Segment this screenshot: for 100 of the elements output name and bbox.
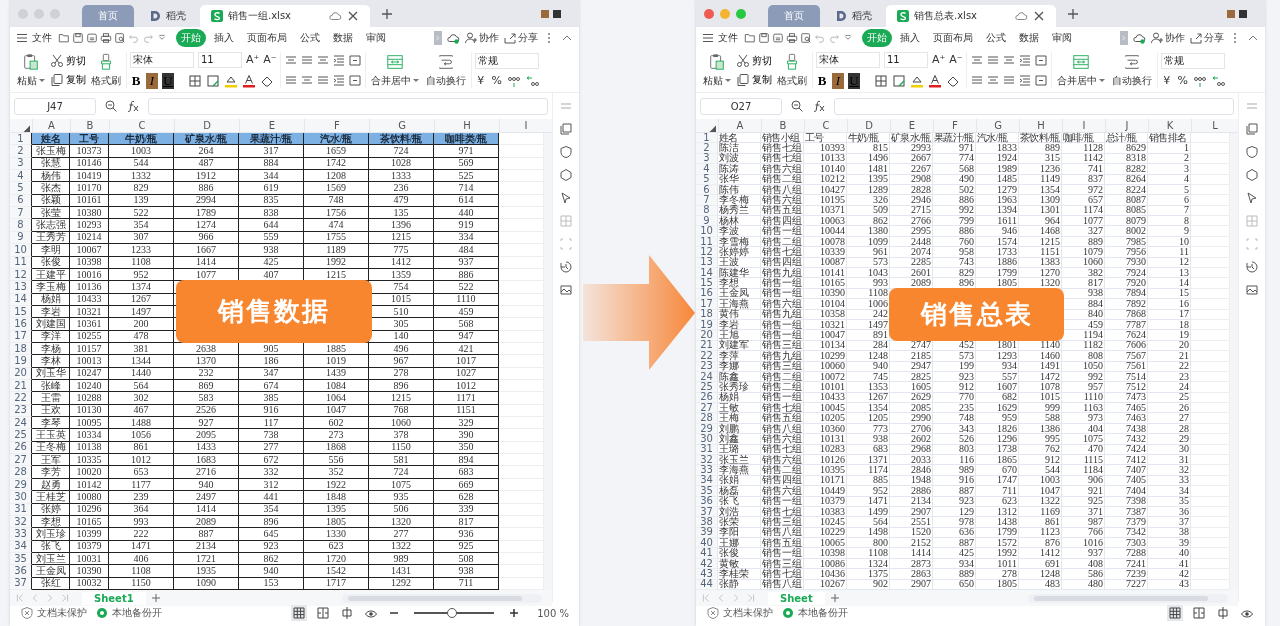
align-icon[interactable]	[315, 53, 330, 67]
column-header[interactable]: F	[933, 119, 976, 132]
row-number[interactable]: 31	[696, 444, 718, 455]
font-select[interactable]: 宋体	[130, 51, 194, 68]
align-icon[interactable]	[1033, 73, 1048, 87]
tab-label[interactable]: 销售总表.xlsx	[914, 9, 977, 23]
cursor-icon[interactable]	[559, 191, 573, 205]
row-number[interactable]: 24	[10, 417, 32, 430]
align-icon[interactable]	[1017, 73, 1032, 87]
size-select[interactable]: 11	[884, 51, 928, 68]
row-number[interactable]: 28	[696, 413, 718, 424]
share-button[interactable]: 分享	[503, 30, 538, 45]
ribbon-tab[interactable]: 开始	[862, 28, 892, 47]
close-icon[interactable]	[346, 9, 360, 23]
font-size-button[interactable]: A⁺	[246, 53, 260, 66]
row-number[interactable]: 1	[696, 133, 718, 144]
style-button[interactable]: B	[816, 72, 828, 89]
paste-icon[interactable]	[708, 52, 726, 71]
add-tab-icon[interactable]	[1066, 6, 1080, 21]
align-icon[interactable]	[1001, 53, 1016, 67]
align-icon[interactable]	[299, 73, 314, 87]
style-button[interactable]: I	[832, 72, 844, 89]
size-select[interactable]: 11	[198, 51, 242, 68]
column-header[interactable]: A	[32, 119, 70, 132]
align-icon[interactable]	[1001, 73, 1016, 87]
copy-icon[interactable]	[1245, 122, 1259, 136]
column-header[interactable]: E	[239, 119, 304, 132]
image-icon[interactable]	[559, 283, 573, 297]
shield-icon[interactable]	[559, 145, 573, 159]
align-icon[interactable]	[299, 53, 314, 67]
zoom-icon[interactable]	[104, 99, 118, 113]
column-header[interactable]: B	[761, 119, 804, 132]
grid-view-icon[interactable]	[291, 605, 308, 621]
ribbon-tab[interactable]: 公式	[295, 28, 325, 47]
clock-icon[interactable]	[1245, 260, 1259, 274]
sheet-tab[interactable]: Sheet1	[82, 591, 146, 605]
column-header[interactable]: G	[976, 119, 1019, 132]
row-number[interactable]: 27	[10, 454, 32, 467]
row-number[interactable]: 6	[696, 184, 718, 196]
row-number[interactable]: 33	[696, 465, 718, 476]
number-format-button[interactable]: %	[490, 74, 503, 87]
ribbon-tab[interactable]: 审阅	[361, 28, 391, 47]
preview-icon[interactable]	[800, 31, 812, 44]
row-number[interactable]: 25	[10, 429, 32, 442]
align-icon[interactable]	[315, 73, 330, 87]
cell-style-icon[interactable]	[892, 73, 906, 88]
sheet-tab[interactable]: Sheet	[768, 591, 825, 605]
align-icon[interactable]	[283, 53, 298, 67]
align-icon[interactable]	[969, 53, 984, 67]
share-button[interactable]: 分享	[1189, 30, 1224, 45]
docer-tab[interactable]: 稻壳	[824, 5, 882, 27]
align-icon[interactable]	[331, 53, 346, 67]
row-number[interactable]: 10	[696, 226, 718, 237]
style-button[interactable]: B	[130, 72, 142, 89]
ribbon-tab[interactable]: 数据	[1014, 28, 1044, 47]
row-number[interactable]: 19	[10, 355, 32, 368]
font-color-icon[interactable]	[242, 73, 256, 88]
align-icon[interactable]	[1017, 53, 1032, 67]
style-button[interactable]: I	[146, 72, 158, 89]
align-icon[interactable]	[985, 53, 1000, 67]
row-number[interactable]: 13	[10, 281, 32, 294]
horizontal-scrollbar[interactable]	[342, 593, 542, 603]
window-control[interactable]	[704, 8, 714, 19]
align-icon[interactable]	[969, 73, 984, 87]
row-number[interactable]: 5	[696, 174, 718, 185]
ribbon-tab[interactable]: 数据	[328, 28, 358, 47]
row-number[interactable]: 25	[696, 382, 718, 393]
ribbon-tab[interactable]: 插入	[209, 28, 239, 47]
column-header[interactable]: A	[718, 119, 761, 132]
tab-label[interactable]: 稻壳	[852, 9, 872, 23]
close-icon[interactable]	[1032, 9, 1046, 23]
ribbon-tab[interactable]: 页面布局	[242, 28, 292, 47]
align-icon[interactable]	[347, 73, 362, 87]
row-number[interactable]: 33	[10, 528, 32, 541]
merge-icon[interactable]	[385, 52, 404, 71]
preview-icon[interactable]	[114, 31, 126, 44]
font-size-button[interactable]: A⁺	[932, 53, 946, 66]
row-number[interactable]: 21	[696, 340, 718, 352]
collaborate-button[interactable]: 协作	[464, 30, 499, 45]
merge-icon[interactable]	[1071, 52, 1090, 71]
file-menu[interactable]: 文件	[15, 30, 52, 45]
page-view-icon[interactable]	[315, 605, 332, 621]
format-painter-button[interactable]: 格式刷	[89, 52, 123, 88]
merge-button[interactable]: 合并居中	[1056, 73, 1097, 88]
export-icon[interactable]	[86, 31, 98, 44]
row-number[interactable]: 41	[696, 548, 718, 559]
collaborate-button[interactable]: 协作	[1150, 30, 1185, 45]
font-select[interactable]: 宋体	[816, 51, 880, 68]
copy-button[interactable]: 复制	[736, 72, 772, 87]
cut-button[interactable]: 剪切	[50, 53, 86, 68]
row-number[interactable]: 2	[10, 145, 32, 158]
border-icon[interactable]	[874, 73, 888, 88]
row-number[interactable]: 32	[696, 454, 718, 466]
row-number[interactable]: 17	[696, 299, 718, 310]
row-number[interactable]: 14	[696, 268, 718, 279]
wrap-text-button[interactable]: 自动换行	[423, 52, 468, 88]
function-icon[interactable]	[126, 99, 140, 113]
protection-status[interactable]: 文档未保护	[706, 606, 773, 620]
row-number[interactable]: 27	[696, 403, 718, 414]
column-header[interactable]: C	[804, 119, 847, 132]
